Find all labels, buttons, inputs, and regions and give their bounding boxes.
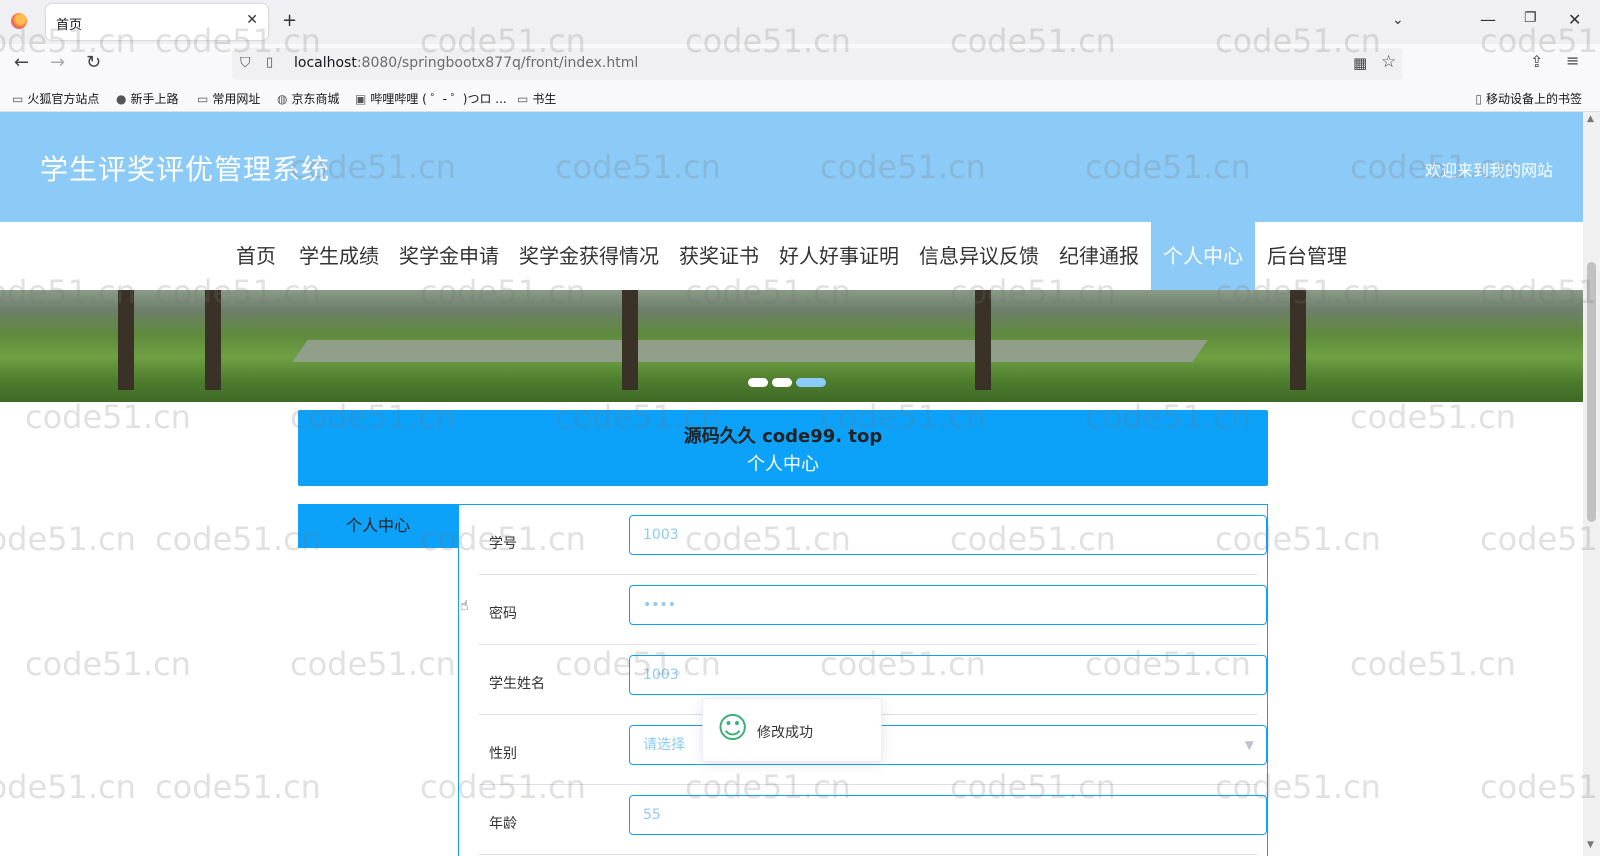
student-id-input[interactable]: 1003 (629, 515, 1267, 555)
sidebar-item-personal-center[interactable]: 个人中心 (298, 504, 458, 548)
main-nav: 首页 学生成绩 奖学金申请 奖学金获得情况 获奖证书 好人好事证明 信息异议反馈… (0, 222, 1583, 290)
folder-icon: ▭ (197, 92, 209, 106)
banner-tree (205, 290, 221, 390)
browser-tabbar: 首页 ✕ + ⌄ — ❐ ✕ (0, 0, 1600, 44)
toast-message: 修改成功 (757, 725, 813, 741)
carousel-banner[interactable] (0, 290, 1583, 402)
section-header: 源码久久 code99. top 个人中心 (298, 410, 1268, 486)
bookmarks-toolbar: ▭ 火狐官方站点 ● 新手上路 ▭ 常用网址 ◍ 京东商城 ▣ 哔哩哔哩 ( ゜- ゜)つ… (0, 84, 1600, 112)
password-input[interactable]: •••• (629, 585, 1267, 625)
nav-item-scholarship-apply[interactable]: 奖学金申请 (387, 222, 511, 290)
firefox-icon: ● (116, 92, 127, 106)
field-label: 学号 (489, 536, 517, 552)
tab-title: 首页 (56, 18, 83, 33)
window-minimize-button[interactable]: — (1480, 10, 1496, 29)
web-page: 学生评奖评优管理系统 欢迎来到我的网站 首页 学生成绩 奖学金申请 奖学金获得情… (0, 112, 1583, 856)
page-scrollbar[interactable]: ▲ ▼ (1583, 112, 1600, 856)
shield-icon[interactable]: ⛉ (240, 55, 251, 71)
folder-icon: ▭ (517, 92, 529, 106)
field-label: 年龄 (489, 816, 517, 832)
field-label: 密码 (489, 606, 517, 622)
bookmark-star-icon[interactable]: ☆ (1381, 52, 1396, 72)
bilibili-icon: ▣ (355, 92, 367, 106)
site-title: 学生评奖评优管理系统 (40, 153, 331, 186)
nav-item-personal-center[interactable]: 个人中心 (1151, 222, 1255, 290)
hamburger-menu-icon[interactable]: ≡ (1566, 51, 1579, 70)
carousel-indicators (748, 372, 830, 391)
scroll-down-icon[interactable]: ▼ (1587, 840, 1594, 850)
success-toast: ☺ 修改成功 (702, 698, 882, 762)
nav-item-home[interactable]: 首页 (224, 222, 288, 290)
globe-icon: ◍ (277, 92, 288, 106)
nav-item-discipline[interactable]: 纪律通报 (1047, 222, 1151, 290)
banner-tree (622, 290, 638, 390)
chevron-down-icon: ▼ (1244, 738, 1254, 752)
field-label: 学生姓名 (489, 676, 545, 692)
form-row-student-id: 学号 1003 (479, 505, 1267, 575)
nav-item-grades[interactable]: 学生成绩 (287, 222, 391, 290)
reload-icon[interactable]: ↻ (86, 52, 101, 73)
window-restore-button[interactable]: ❐ (1524, 10, 1537, 26)
back-arrow-icon[interactable]: ← (14, 52, 29, 73)
url-text[interactable]: localhost:8080/springbootx877q/front/ind… (294, 55, 638, 71)
nav-item-certificates[interactable]: 获奖证书 (667, 222, 771, 290)
student-name-input[interactable]: 1003 (629, 655, 1267, 695)
nav-item-admin[interactable]: 后台管理 (1255, 222, 1359, 290)
overlay-watermark-text: 源码久久 code99. top (683, 426, 883, 447)
field-label: 性别 (489, 746, 517, 762)
folder-icon: ▭ (12, 92, 24, 106)
address-bar[interactable]: ⛉ ▯ localhost:8080/springbootx877q/front… (232, 48, 1402, 80)
banner-path (292, 340, 1208, 362)
window-close-button[interactable]: ✕ (1568, 10, 1581, 29)
carousel-dot-active[interactable] (796, 378, 826, 387)
browser-tab[interactable]: 首页 ✕ (46, 4, 268, 40)
qr-code-icon[interactable]: ▦ (1353, 54, 1367, 72)
page-icon: ▯ (266, 55, 274, 70)
banner-tree (118, 290, 134, 390)
browser-toolbar: ← → ↻ ⛉ ▯ localhost:8080/springbootx877q… (0, 44, 1600, 84)
form-row-password: 密码 •••• (479, 575, 1267, 645)
carousel-dot[interactable] (772, 378, 792, 387)
scroll-up-icon[interactable]: ▲ (1587, 114, 1594, 124)
bookmark-item[interactable]: ▭ 常用网址 (197, 90, 260, 107)
carousel-dot[interactable] (748, 378, 768, 387)
banner-tree (975, 290, 991, 390)
welcome-text: 欢迎来到我的网站 (1424, 161, 1553, 180)
mobile-bookmarks[interactable]: ▯ 移动设备上的书签 (1475, 90, 1582, 107)
select-placeholder: 请选择 (643, 737, 685, 753)
extensions-icon[interactable]: ⇪ (1530, 52, 1543, 71)
nav-item-scholarship-results[interactable]: 奖学金获得情况 (507, 222, 671, 290)
banner-tree (1290, 290, 1306, 390)
smile-icon: ☺ (717, 711, 749, 746)
bookmark-item[interactable]: ◍ 京东商城 (277, 90, 340, 107)
nav-item-good-deeds[interactable]: 好人好事证明 (767, 222, 911, 290)
form-row-age: 年龄 55 (479, 785, 1267, 855)
scrollbar-thumb[interactable] (1587, 262, 1596, 522)
list-all-tabs-icon[interactable]: ⌄ (1392, 12, 1404, 28)
close-tab-icon[interactable]: ✕ (246, 12, 258, 28)
nav-item-feedback[interactable]: 信息异议反馈 (907, 222, 1051, 290)
bookmark-item[interactable]: ▭ 书生 (517, 90, 556, 107)
hand-cursor-icon: ☝ (460, 598, 469, 614)
site-header: 学生评奖评优管理系统 欢迎来到我的网站 (0, 112, 1583, 222)
bookmark-item[interactable]: ● 新手上路 (116, 90, 179, 107)
new-tab-button[interactable]: + (282, 10, 297, 31)
firefox-logo-icon (11, 13, 27, 29)
phone-icon: ▯ (1475, 92, 1482, 106)
profile-form: 学号 1003 密码 •••• 学生姓名 1003 性别 请选择 ▼ 年龄 55 (458, 504, 1268, 856)
age-input[interactable]: 55 (629, 795, 1267, 835)
bookmark-item[interactable]: ▣ 哔哩哔哩 ( ゜- ゜)つロ ... (355, 90, 507, 107)
forward-arrow-icon[interactable]: → (50, 52, 65, 73)
section-title: 个人中心 (747, 454, 819, 475)
bookmark-item[interactable]: ▭ 火狐官方站点 (12, 90, 99, 107)
